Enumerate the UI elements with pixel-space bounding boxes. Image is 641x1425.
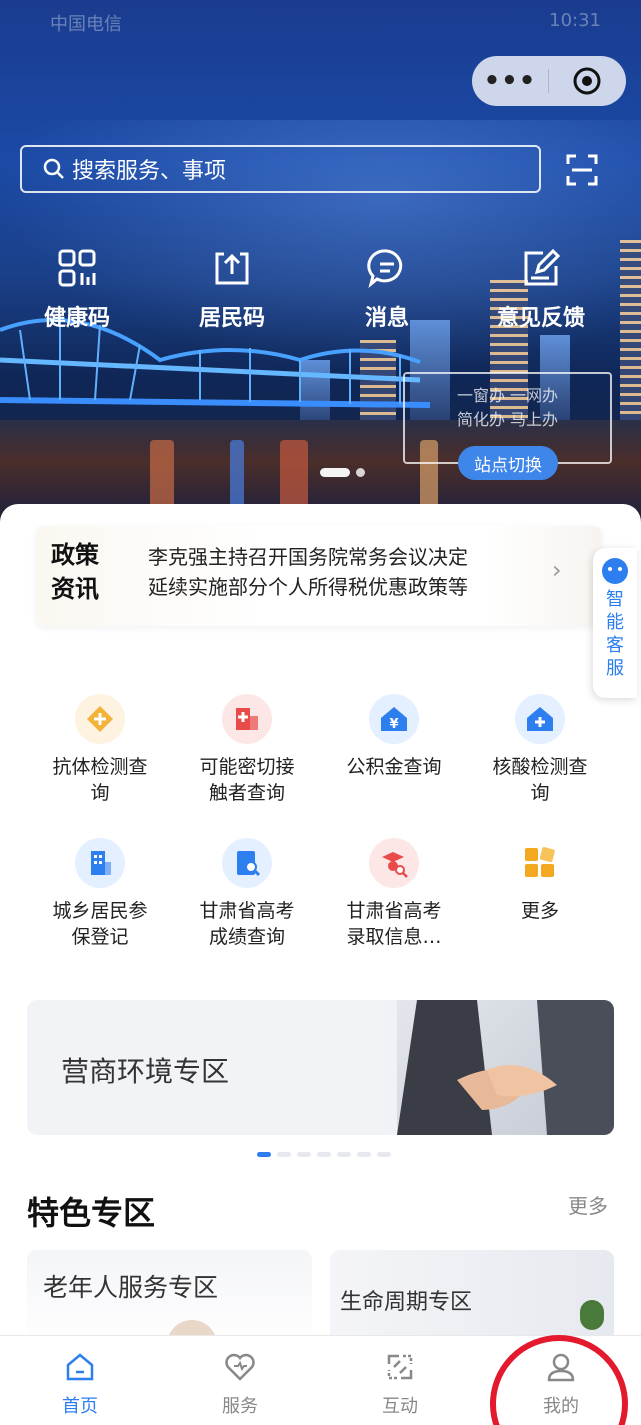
banner-pagination [320,468,365,477]
service-label: 甘肃省高考 成绩查询 [199,900,295,948]
pagination-dot [357,1152,371,1157]
tab-interaction[interactable]: 互动 [340,1350,460,1418]
service-label: 抗体检测查询 [52,756,148,804]
promo-pagination [257,1152,391,1157]
featured-more-link[interactable]: 更多 [568,1190,608,1219]
tab-label: 服务 [222,1396,258,1417]
service-label: 城乡居民参 保登记 [52,900,148,948]
search-placeholder: 搜索服务、事项 [72,159,227,184]
share-upload-icon [215,252,249,285]
handshake-photo [397,1000,614,1135]
service-nucleic-test[interactable]: 核酸检测查询 [467,694,613,806]
scan-icon [566,154,598,186]
plant-illustration [580,1300,604,1330]
service-close-contact[interactable]: 可能密切接 触者查询 [174,694,320,806]
service-label: 更多 [520,900,559,922]
grid-more-icon [515,838,565,888]
quick-action-messages[interactable]: 消息 [327,240,447,332]
assistant-label: 智能客服 [606,589,624,679]
hero-banner: 中国电信 10:31 ••• 搜索服务、事项 健康码 居民码 消息 意见反馈 一… [0,0,641,540]
quick-action-label: 健康码 [43,306,110,331]
news-tag-line: 政策 [51,541,99,569]
tab-label: 互动 [382,1396,418,1417]
diamond-plus-icon [75,694,125,744]
service-gaokao-scores[interactable]: 甘肃省高考 成绩查询 [174,838,320,950]
policy-news-card[interactable]: 政策 资讯 李克强主持召开国务院常务会议决定 延续实施部分个人所得税优惠政策等 … [36,526,602,626]
news-tag-line: 资讯 [51,575,99,603]
pagination-dot [356,468,365,477]
carrier-label: 中国电信 [50,14,122,35]
svg-text:¥: ¥ [389,717,398,732]
quick-action-resident-code[interactable]: 居民码 [172,240,292,332]
service-label: 公积金查询 [346,756,442,778]
robot-icon [602,558,628,584]
feature-card-title: 生命周期专区 [340,1290,473,1315]
hospital-icon [222,694,272,744]
document-search-icon [222,838,272,888]
news-headline-line: 延续实施部分个人所得税优惠政策等 [148,575,468,599]
quick-action-health-code[interactable]: 健康码 [17,240,137,332]
news-headline-line: 李克强主持召开国务院常务会议决定 [148,545,468,569]
pagination-dot [377,1152,391,1157]
quick-action-label: 居民码 [198,306,265,331]
pagination-dot [277,1152,291,1157]
target-icon [573,67,601,95]
tab-home[interactable]: 首页 [20,1350,140,1418]
service-antibody-test[interactable]: 抗体检测查询 [27,694,173,806]
tab-services[interactable]: 服务 [180,1350,300,1418]
edit-feedback-icon [524,248,561,286]
qr-code-icon [58,249,96,287]
search-input[interactable]: 搜索服务、事项 [20,145,541,193]
interaction-icon [387,1354,413,1380]
graduate-search-icon [369,838,419,888]
chevron-right-icon: › [552,556,562,584]
tab-label: 首页 [62,1396,98,1417]
reflection [150,440,174,510]
quick-action-label: 消息 [364,306,409,331]
featured-section-title: 特色专区 [27,1194,156,1232]
service-housing-fund[interactable]: ¥ 公积金查询 [321,694,467,780]
reflection [280,440,308,510]
miniprogram-capsule: ••• [472,56,626,106]
service-label: 甘肃省高考 录取信息… [346,900,442,948]
close-miniprogram-button[interactable] [549,66,625,96]
news-headline: 李克强主持召开国务院常务会议决定 延续实施部分个人所得税优惠政策等 [148,542,468,602]
pagination-dot [337,1152,351,1157]
search-icon [43,158,64,179]
chat-bubble-icon [367,249,403,288]
service-label: 可能密切接 触者查询 [199,756,295,804]
promo-title: 营商环境专区 [61,1055,230,1088]
quick-action-label: 意见反馈 [496,306,585,331]
house-yuan-icon: ¥ [369,694,419,744]
quick-action-feedback[interactable]: 意见反馈 [481,240,601,332]
service-gaokao-admission[interactable]: 甘肃省高考 录取信息… [321,838,467,950]
home-icon [66,1353,94,1381]
service-label: 核酸检测查询 [492,756,588,804]
pagination-dot-active [320,468,350,477]
heart-icon [225,1353,255,1381]
scan-button[interactable] [566,154,598,190]
feature-card-title: 老年人服务专区 [43,1273,219,1302]
reflection [230,440,244,510]
news-tag: 政策 资讯 [51,538,115,606]
more-menu-button[interactable]: ••• [472,66,548,96]
hall-slogan-1: 一窗办 一网办 [456,386,559,405]
pagination-dot [297,1152,311,1157]
building-icon [75,838,125,888]
clock: 10:31 [549,10,601,31]
smart-assistant-button[interactable]: 智能客服 [593,548,637,698]
service-insurance-registration[interactable]: 城乡居民参 保登记 [27,838,173,950]
pagination-dot [317,1152,331,1157]
hall-slogan-2: 简化办 马上办 [456,410,559,429]
site-switch-button[interactable]: 站点切换 [458,446,558,480]
status-bar: 中国电信 10:31 [0,0,641,44]
pagination-dot-active [257,1152,271,1157]
house-plus-icon [515,694,565,744]
business-environment-banner[interactable]: 营商环境专区 [27,1000,614,1135]
service-more[interactable]: 更多 [467,838,613,924]
